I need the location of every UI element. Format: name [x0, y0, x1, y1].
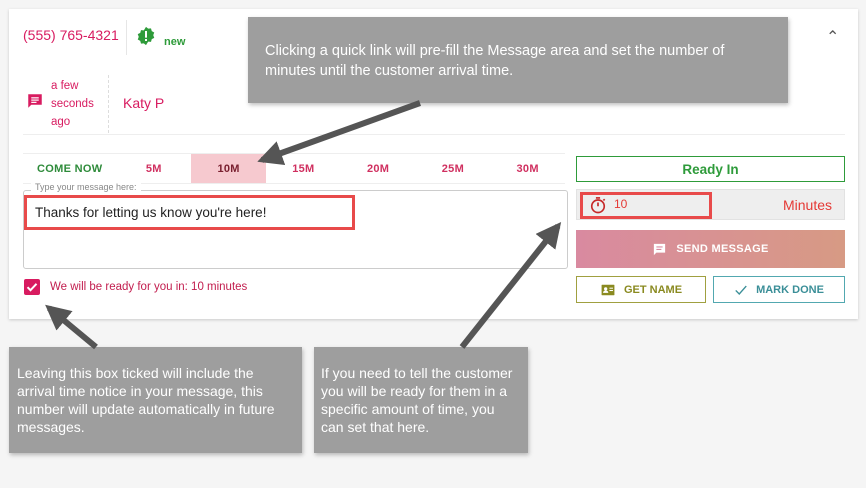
- check-icon: [735, 285, 747, 295]
- get-name-label: GET NAME: [623, 283, 683, 296]
- quick-link-20m[interactable]: 20M: [341, 154, 416, 183]
- contact-card-icon: [601, 284, 615, 295]
- chat-bubble-icon: [28, 94, 42, 108]
- minutes-unit-label: Minutes: [783, 197, 833, 213]
- callout-quick-links: Clicking a quick link will pre-fill the …: [248, 17, 788, 103]
- mark-done-button[interactable]: MARK DONE: [713, 276, 845, 303]
- quick-link-come-now[interactable]: COME NOW: [23, 154, 116, 183]
- mark-done-label: MARK DONE: [756, 283, 824, 296]
- message-time: a few seconds ago: [51, 80, 94, 128]
- send-message-label: SEND MESSAGE: [676, 243, 769, 255]
- ready-in-button[interactable]: Ready In: [576, 156, 845, 182]
- message-label: Type your message here:: [31, 182, 141, 192]
- agent-name: Katy P: [123, 95, 165, 111]
- ready-notice-label: We will be ready for you in: 10 minutes: [50, 281, 248, 293]
- header-divider: [126, 20, 127, 55]
- quick-links-bar: COME NOW 5M 10M 15M 20M 25M 30M: [23, 153, 565, 184]
- alert-badge-icon: [137, 26, 155, 46]
- callout-minutes: If you need to tell the customer you wil…: [314, 347, 528, 453]
- quick-link-5m[interactable]: 5M: [116, 154, 191, 183]
- callout-checkbox: Leaving this box ticked will include the…: [9, 347, 302, 453]
- message-highlight-box: [24, 195, 355, 230]
- checkmark-icon: [26, 283, 38, 292]
- message-divider: [108, 75, 109, 133]
- quick-link-10m[interactable]: 10M: [191, 154, 266, 183]
- get-name-button[interactable]: GET NAME: [576, 276, 706, 303]
- quick-link-15m[interactable]: 15M: [266, 154, 341, 183]
- quick-link-30m[interactable]: 30M: [490, 154, 565, 183]
- quick-link-25m[interactable]: 25M: [416, 154, 491, 183]
- chevron-up-icon[interactable]: ⌃: [826, 30, 839, 46]
- ready-notice-checkbox[interactable]: [24, 279, 40, 295]
- minutes-highlight-box: [580, 192, 712, 219]
- send-message-button[interactable]: SEND MESSAGE: [576, 230, 845, 268]
- message-icon: [654, 243, 666, 255]
- section-divider: [23, 134, 845, 135]
- customer-phone[interactable]: (555) 765-4321: [23, 27, 119, 43]
- status-badge: new: [164, 36, 186, 48]
